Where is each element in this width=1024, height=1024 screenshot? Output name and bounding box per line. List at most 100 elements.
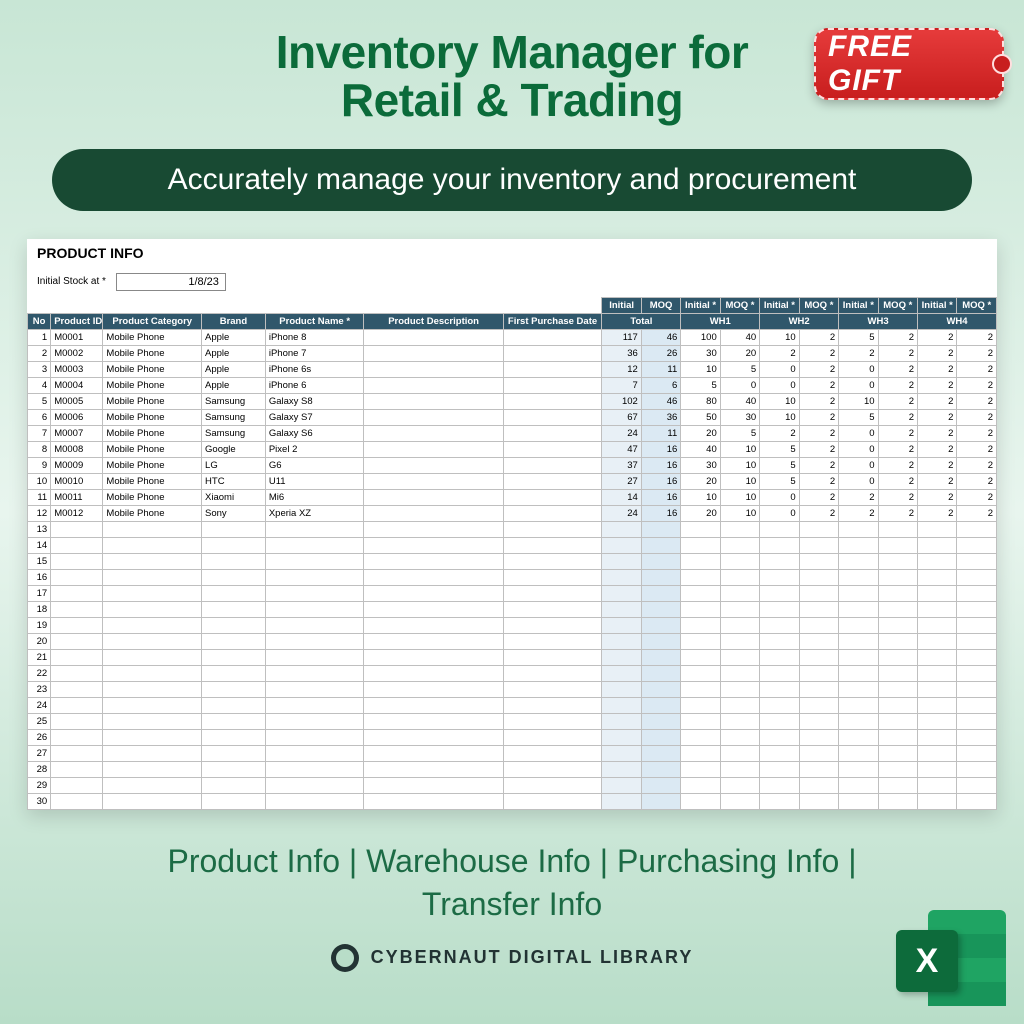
- cell[interactable]: 18: [28, 601, 51, 617]
- cell[interactable]: Mobile Phone: [103, 473, 202, 489]
- cell[interactable]: M0005: [51, 393, 103, 409]
- cell[interactable]: [918, 745, 957, 761]
- value-cell[interactable]: 5: [760, 457, 799, 473]
- value-cell[interactable]: 2: [878, 393, 917, 409]
- cell[interactable]: 20: [28, 633, 51, 649]
- table-row[interactable]: 7M0007Mobile PhoneSamsungGalaxy S6241120…: [28, 425, 997, 441]
- cell[interactable]: [364, 697, 503, 713]
- value-cell[interactable]: 5: [720, 361, 759, 377]
- cell[interactable]: [957, 777, 997, 793]
- value-cell[interactable]: 7: [602, 377, 641, 393]
- table-row[interactable]: 22: [28, 665, 997, 681]
- cell[interactable]: [51, 537, 103, 553]
- cell[interactable]: Xperia XZ: [265, 505, 364, 521]
- cell[interactable]: HTC: [202, 473, 266, 489]
- cell[interactable]: [918, 569, 957, 585]
- cell[interactable]: [503, 393, 602, 409]
- cell[interactable]: [641, 729, 680, 745]
- value-cell[interactable]: 16: [641, 473, 680, 489]
- cell[interactable]: Mobile Phone: [103, 409, 202, 425]
- cell[interactable]: [51, 649, 103, 665]
- value-cell[interactable]: 2: [760, 425, 799, 441]
- cell[interactable]: [760, 585, 799, 601]
- cell[interactable]: [681, 729, 720, 745]
- cell[interactable]: [103, 713, 202, 729]
- cell[interactable]: [641, 777, 680, 793]
- cell[interactable]: [265, 585, 364, 601]
- cell[interactable]: [720, 569, 759, 585]
- cell[interactable]: [760, 681, 799, 697]
- cell[interactable]: [602, 617, 641, 633]
- cell[interactable]: [503, 681, 602, 697]
- cell[interactable]: [602, 697, 641, 713]
- cell[interactable]: [503, 745, 602, 761]
- cell[interactable]: [51, 761, 103, 777]
- cell[interactable]: [957, 569, 997, 585]
- cell[interactable]: [265, 713, 364, 729]
- cell[interactable]: Apple: [202, 329, 266, 345]
- cell[interactable]: [957, 585, 997, 601]
- cell[interactable]: [918, 793, 957, 809]
- cell[interactable]: [799, 793, 838, 809]
- cell[interactable]: [503, 761, 602, 777]
- table-row[interactable]: 13: [28, 521, 997, 537]
- cell[interactable]: [918, 649, 957, 665]
- cell[interactable]: [364, 729, 503, 745]
- cell[interactable]: iPhone 6s: [265, 361, 364, 377]
- cell[interactable]: [720, 665, 759, 681]
- cell[interactable]: 8: [28, 441, 51, 457]
- cell[interactable]: [265, 793, 364, 809]
- cell[interactable]: [503, 649, 602, 665]
- cell[interactable]: [503, 361, 602, 377]
- cell[interactable]: [720, 697, 759, 713]
- value-cell[interactable]: 2: [839, 505, 878, 521]
- table-row[interactable]: 30: [28, 793, 997, 809]
- cell[interactable]: [503, 489, 602, 505]
- cell[interactable]: [918, 729, 957, 745]
- cell[interactable]: [839, 649, 878, 665]
- cell[interactable]: iPhone 8: [265, 329, 364, 345]
- table-row[interactable]: 25: [28, 713, 997, 729]
- value-cell[interactable]: 16: [641, 505, 680, 521]
- table-row[interactable]: 21: [28, 649, 997, 665]
- cell[interactable]: [839, 745, 878, 761]
- table-row[interactable]: 17: [28, 585, 997, 601]
- value-cell[interactable]: 100: [681, 329, 720, 345]
- cell[interactable]: [760, 745, 799, 761]
- cell[interactable]: [839, 569, 878, 585]
- cell[interactable]: 30: [28, 793, 51, 809]
- cell[interactable]: [720, 585, 759, 601]
- cell[interactable]: [839, 793, 878, 809]
- value-cell[interactable]: 2: [878, 457, 917, 473]
- cell[interactable]: [839, 585, 878, 601]
- cell[interactable]: [364, 329, 503, 345]
- value-cell[interactable]: 30: [720, 409, 759, 425]
- value-cell[interactable]: 2: [799, 425, 838, 441]
- cell[interactable]: [364, 409, 503, 425]
- table-row[interactable]: 15: [28, 553, 997, 569]
- value-cell[interactable]: 2: [878, 489, 917, 505]
- value-cell[interactable]: 37: [602, 457, 641, 473]
- cell[interactable]: 1: [28, 329, 51, 345]
- cell[interactable]: [760, 633, 799, 649]
- cell[interactable]: [503, 729, 602, 745]
- cell[interactable]: [202, 777, 266, 793]
- cell[interactable]: 27: [28, 745, 51, 761]
- cell[interactable]: [957, 793, 997, 809]
- cell[interactable]: LG: [202, 457, 266, 473]
- cell[interactable]: [760, 649, 799, 665]
- value-cell[interactable]: 20: [681, 425, 720, 441]
- cell[interactable]: [51, 793, 103, 809]
- cell[interactable]: [878, 793, 917, 809]
- cell[interactable]: [503, 585, 602, 601]
- cell[interactable]: 28: [28, 761, 51, 777]
- cell[interactable]: M0011: [51, 489, 103, 505]
- value-cell[interactable]: 2: [839, 345, 878, 361]
- cell[interactable]: [641, 521, 680, 537]
- value-cell[interactable]: 0: [760, 377, 799, 393]
- cell[interactable]: [364, 505, 503, 521]
- cell[interactable]: [839, 617, 878, 633]
- cell[interactable]: [103, 553, 202, 569]
- cell[interactable]: [799, 745, 838, 761]
- cell[interactable]: [202, 761, 266, 777]
